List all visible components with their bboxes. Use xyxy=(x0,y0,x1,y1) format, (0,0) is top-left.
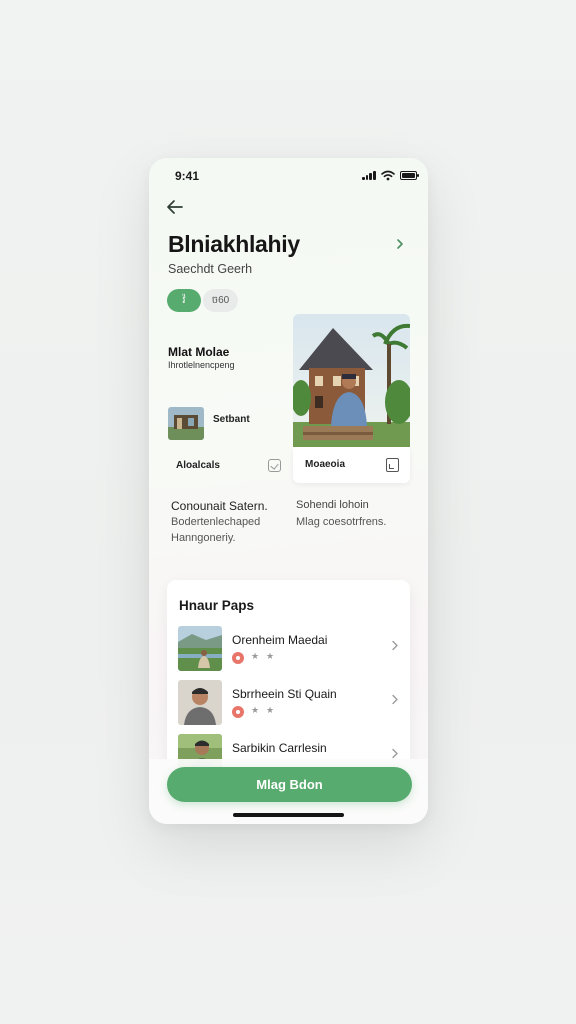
description-left-line: Hanngoneriy. xyxy=(171,532,236,544)
star-icon: ★ xyxy=(251,705,260,715)
description-right-line: Mlag coesotrfrens. xyxy=(296,516,387,528)
list-item[interactable]: Sbrrheein Sti Quain ★ ★ xyxy=(178,680,403,726)
chevron-right-icon[interactable] xyxy=(395,238,405,250)
featured-photo[interactable] xyxy=(293,314,410,447)
list-panel-title: Hnaur Paps xyxy=(179,598,255,613)
featured-subtitle: Ihrotlelnencpeng xyxy=(168,360,235,370)
chevron-right-icon xyxy=(392,694,398,705)
status-time: 9:41 xyxy=(175,169,200,183)
list-item-name: Sbrrheein Sti Quain xyxy=(232,687,337,701)
wifi-icon xyxy=(381,170,395,181)
chevron-right-icon xyxy=(392,748,398,759)
category-card-left-label: Aloalcals xyxy=(176,460,220,471)
page-title: Blniakhlahiy xyxy=(168,231,300,257)
category-card-left[interactable]: Aloalcals xyxy=(168,450,281,483)
phone-screen: 9:41 Blniakhlahiy Saechdt Geerh វ៉ ច60 M… xyxy=(149,158,428,824)
star-icon: ★ xyxy=(251,651,260,661)
category-card-right-label: Moaeoia xyxy=(305,459,346,470)
rating-badge-icon xyxy=(232,652,244,664)
checkbox-icon[interactable] xyxy=(268,459,281,472)
filter-chip[interactable]: ច60 xyxy=(203,289,238,312)
list-item[interactable]: Orenheim Maedai ★ ★ xyxy=(178,626,403,672)
list-item-name: Orenheim Maedai xyxy=(232,633,328,647)
home-indicator[interactable] xyxy=(233,813,344,817)
battery-icon xyxy=(400,171,419,180)
status-bar: 9:41 xyxy=(149,158,428,192)
description-left-line: Bodertenlechaped xyxy=(171,516,261,528)
back-arrow-icon[interactable] xyxy=(166,199,184,215)
bookmark-icon[interactable] xyxy=(386,458,399,472)
category-card-right[interactable]: Moaeoia xyxy=(293,447,410,483)
featured-thumbnail[interactable] xyxy=(168,407,204,440)
chevron-right-icon xyxy=(392,640,398,651)
list-item-thumbnail xyxy=(178,680,222,725)
list-item-name: Sarbikin Carrlesin xyxy=(232,741,327,755)
filter-chip-active[interactable]: វ៉ xyxy=(167,289,201,312)
primary-action-button[interactable]: Mlag Bdon xyxy=(167,767,412,802)
star-icon: ★ xyxy=(266,651,275,661)
star-icon: ★ xyxy=(266,705,275,715)
rating-badge-icon xyxy=(232,706,244,718)
list-item-thumbnail xyxy=(178,626,222,671)
page-subtitle: Saechdt Geerh xyxy=(168,262,253,276)
description-left-title: Conounait Satern. xyxy=(171,499,268,513)
featured-thumbnail-label: Setbant xyxy=(213,414,250,425)
cellular-signal-icon xyxy=(362,171,376,180)
description-right-title: Sohendi lohoin xyxy=(296,499,369,511)
featured-title: Mlat Molae xyxy=(168,345,230,359)
